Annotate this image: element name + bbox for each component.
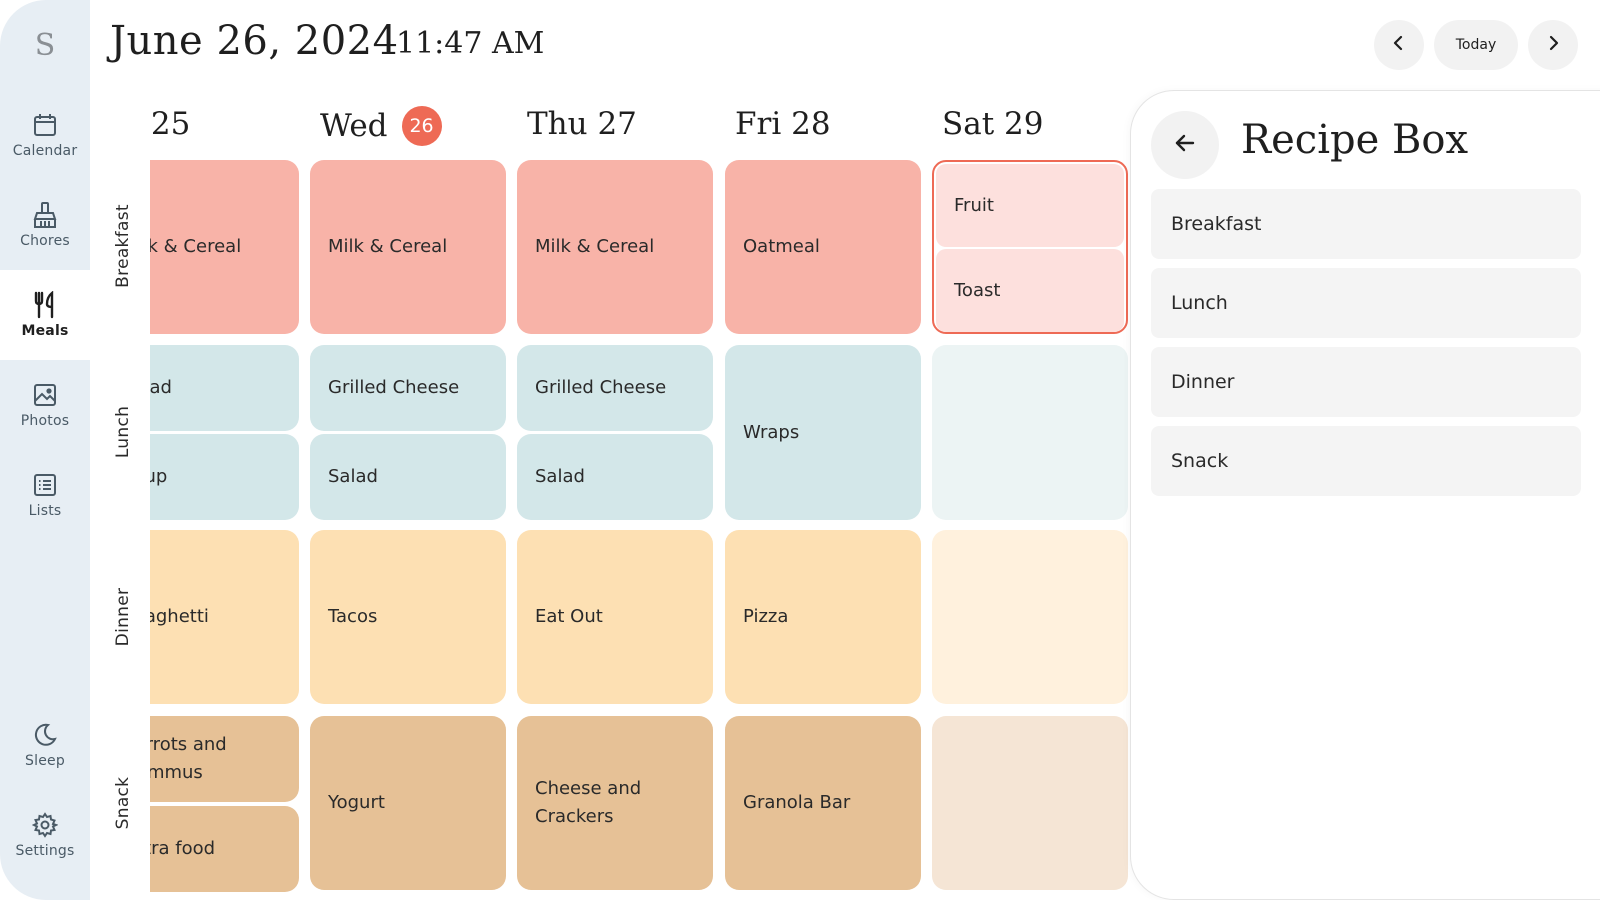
meal-cell-fri-lunch[interactable]: Wraps bbox=[725, 345, 921, 520]
meal-item: Cheese and Crackers bbox=[535, 778, 642, 827]
today-badge: 26 bbox=[401, 106, 442, 146]
sidebar-item-calendar[interactable]: Calendar bbox=[0, 90, 90, 180]
meal-cell-wed-lunch-2[interactable]: Salad bbox=[310, 434, 506, 520]
meal-item: Granola Bar bbox=[743, 792, 851, 814]
meal-cell-fri-snack[interactable]: Granola Bar bbox=[725, 716, 921, 890]
meal-item: Grilled Cheese bbox=[328, 377, 460, 399]
meal-item: Milk & Cereal bbox=[328, 236, 448, 258]
meal-cell-wed-lunch-1[interactable]: Grilled Cheese bbox=[310, 345, 506, 431]
meal-item: Salad bbox=[535, 466, 585, 488]
image-icon bbox=[31, 381, 59, 409]
meal-cell-tue-snack-1[interactable]: Carrots and Hummus bbox=[150, 716, 299, 802]
meal-item: Eat Out bbox=[535, 606, 603, 628]
back-button[interactable] bbox=[1151, 111, 1219, 179]
arrow-left-icon bbox=[1173, 131, 1197, 159]
meal-item: Grilled Cheese bbox=[535, 377, 667, 399]
meal-cell-wed-snack[interactable]: Yogurt bbox=[310, 716, 506, 890]
day-header-tue: Tue 25 bbox=[150, 106, 191, 142]
meal-cell-tue-breakfast[interactable]: Milk & Cereal bbox=[150, 160, 299, 334]
meal-item: Yogurt bbox=[328, 792, 385, 814]
meal-cell-tue-dinner[interactable]: Spaghetti bbox=[150, 530, 299, 704]
gear-icon bbox=[31, 811, 59, 839]
meal-item-toast[interactable]: Toast bbox=[936, 249, 1124, 332]
fork-knife-icon bbox=[31, 291, 59, 319]
meal-item-fruit[interactable]: Fruit bbox=[936, 164, 1124, 247]
user-avatar[interactable]: S bbox=[0, 14, 90, 76]
broom-icon bbox=[31, 201, 59, 229]
today-button[interactable]: Today bbox=[1434, 20, 1518, 70]
sidebar: S Calendar Chores Meals Photos Lists Sle… bbox=[0, 0, 90, 900]
meal-cell-tue-lunch-1[interactable]: Salad bbox=[150, 345, 299, 431]
sidebar-item-label: Calendar bbox=[12, 143, 78, 159]
meal-cell-sat-snack[interactable] bbox=[932, 716, 1128, 890]
sidebar-item-label: Sleep bbox=[25, 753, 65, 769]
meal-cell-thu-lunch-2[interactable]: Salad bbox=[517, 434, 713, 520]
current-date: June 26, 2024 bbox=[110, 18, 399, 64]
row-label-breakfast: Breakfast bbox=[113, 204, 133, 288]
current-time: 11:47 AM bbox=[396, 26, 545, 61]
app: S Calendar Chores Meals Photos Lists Sle… bbox=[0, 0, 1600, 900]
meal-item: Wraps bbox=[743, 421, 800, 443]
meal-cell-fri-dinner[interactable]: Pizza bbox=[725, 530, 921, 704]
chevron-right-icon bbox=[1545, 35, 1561, 55]
meal-item: Pizza bbox=[743, 606, 789, 628]
meal-cell-thu-lunch-1[interactable]: Grilled Cheese bbox=[517, 345, 713, 431]
meal-item: Milk & Cereal bbox=[535, 236, 655, 258]
meal-cell-sat-breakfast[interactable]: Fruit Toast bbox=[932, 160, 1128, 334]
meal-item: Fruit bbox=[954, 194, 994, 216]
meal-item: Carrots and Hummus bbox=[150, 734, 227, 783]
row-label-snack: Snack bbox=[113, 776, 133, 830]
sidebar-item-label: Settings bbox=[15, 843, 75, 859]
recipe-box-panel: Recipe Box Breakfast Lunch Dinner Snack bbox=[1130, 90, 1600, 900]
meal-item: Soup bbox=[150, 466, 168, 488]
meal-cell-fri-breakfast[interactable]: Oatmeal bbox=[725, 160, 921, 334]
meal-cell-thu-snack[interactable]: Cheese and Crackers bbox=[517, 716, 713, 890]
sidebar-item-photos[interactable]: Photos bbox=[0, 360, 90, 450]
meal-item: Oatmeal bbox=[743, 236, 820, 258]
meal-cell-thu-dinner[interactable]: Eat Out bbox=[517, 530, 713, 704]
meal-cell-tue-lunch-2[interactable]: Soup bbox=[150, 434, 299, 520]
day-header-thu: Thu 27 bbox=[527, 106, 637, 142]
meal-item: Extra food bbox=[150, 838, 216, 860]
calendar-icon bbox=[31, 111, 59, 139]
meal-grid: Tue 25 Wed 26 Thu 27 Fri 28 Sat 29 Milk … bbox=[150, 90, 1150, 900]
sidebar-item-chores[interactable]: Chores bbox=[0, 180, 90, 270]
row-label-dinner: Dinner bbox=[113, 587, 133, 647]
recipe-category-dinner[interactable]: Dinner bbox=[1151, 347, 1581, 417]
meal-item: Tacos bbox=[328, 606, 378, 628]
meal-cell-wed-dinner[interactable]: Tacos bbox=[310, 530, 506, 704]
sidebar-item-label: Lists bbox=[28, 503, 62, 519]
sidebar-item-sleep[interactable]: Sleep bbox=[0, 700, 90, 790]
recipe-category-snack[interactable]: Snack bbox=[1151, 426, 1581, 496]
meal-cell-sat-dinner[interactable] bbox=[932, 530, 1128, 704]
meal-cell-wed-breakfast[interactable]: Milk & Cereal bbox=[310, 160, 506, 334]
list-icon bbox=[31, 471, 59, 499]
recipe-box-title: Recipe Box bbox=[1241, 117, 1469, 163]
sidebar-item-lists[interactable]: Lists bbox=[0, 450, 90, 540]
sidebar-item-label: Meals bbox=[21, 323, 69, 339]
meal-item: Salad bbox=[328, 466, 378, 488]
day-header-wed: Wed 26 bbox=[320, 106, 442, 146]
meal-cell-tue-snack-2[interactable]: Extra food bbox=[150, 806, 299, 892]
recipe-category-breakfast[interactable]: Breakfast bbox=[1151, 189, 1581, 259]
moon-icon bbox=[31, 721, 59, 749]
meal-item: Salad bbox=[150, 377, 172, 399]
sidebar-item-settings[interactable]: Settings bbox=[0, 790, 90, 880]
meal-item: Toast bbox=[954, 279, 1001, 301]
next-week-button[interactable] bbox=[1528, 20, 1578, 70]
meal-item: Spaghetti bbox=[150, 606, 209, 628]
day-header-sat: Sat 29 bbox=[942, 106, 1044, 142]
previous-week-button[interactable] bbox=[1374, 20, 1424, 70]
meal-item: Milk & Cereal bbox=[150, 236, 242, 258]
sidebar-item-label: Chores bbox=[20, 233, 70, 249]
meal-cell-sat-lunch[interactable] bbox=[932, 345, 1128, 520]
meal-cell-thu-breakfast[interactable]: Milk & Cereal bbox=[517, 160, 713, 334]
day-header-label: Wed bbox=[320, 108, 388, 144]
chevron-left-icon bbox=[1391, 35, 1407, 55]
sidebar-item-meals[interactable]: Meals bbox=[0, 270, 90, 360]
sidebar-item-label: Photos bbox=[20, 413, 70, 429]
day-header-fri: Fri 28 bbox=[735, 106, 831, 142]
row-label-lunch: Lunch bbox=[113, 405, 133, 459]
recipe-category-lunch[interactable]: Lunch bbox=[1151, 268, 1581, 338]
